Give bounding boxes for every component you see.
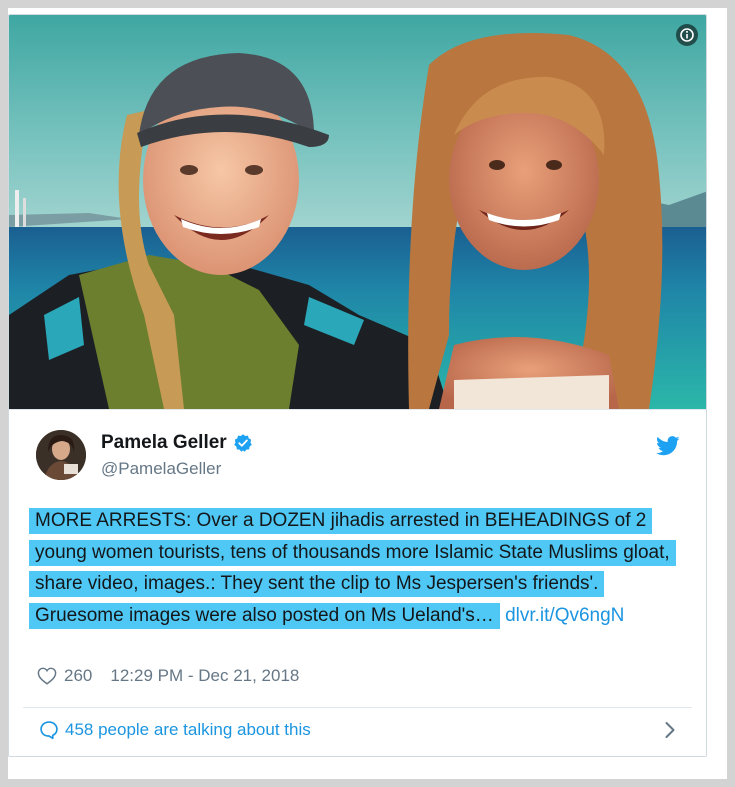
like-count[interactable]: 260 [64, 666, 92, 686]
avatar[interactable] [36, 430, 86, 480]
author-handle[interactable]: @PamelaGeller [101, 459, 221, 479]
tweet-meta: 260 12:29 PM - Dec 21, 2018 [37, 666, 299, 686]
tweet-link[interactable]: dlvr.it/Qv6ngN [505, 605, 624, 626]
info-icon[interactable] [676, 24, 698, 46]
timestamp[interactable]: 12:29 PM - Dec 21, 2018 [110, 666, 299, 686]
verified-badge-icon [233, 434, 252, 452]
chevron-right-icon[interactable] [664, 721, 676, 739]
tweet-header: Pamela Geller @PamelaGeller [9, 409, 706, 500]
embedded-tweet-card: Pamela Geller @PamelaGeller MORE ARRESTS… [8, 14, 707, 757]
author-name-row[interactable]: Pamela Geller [101, 432, 253, 454]
divider [23, 707, 692, 708]
speech-bubble-icon [40, 721, 58, 740]
twitter-bird-icon[interactable] [656, 435, 680, 457]
tweet-photo[interactable] [9, 15, 706, 409]
tweet-text: MORE ARRESTS: Over a DOZEN jihadis arres… [29, 505, 690, 631]
conversation-link[interactable]: 458 people are talking about this [39, 720, 311, 740]
author-name[interactable]: Pamela Geller [101, 432, 227, 454]
heart-icon[interactable] [37, 667, 57, 685]
photo-illustration [9, 15, 706, 409]
talking-count-label: 458 people are talking about this [65, 720, 311, 739]
